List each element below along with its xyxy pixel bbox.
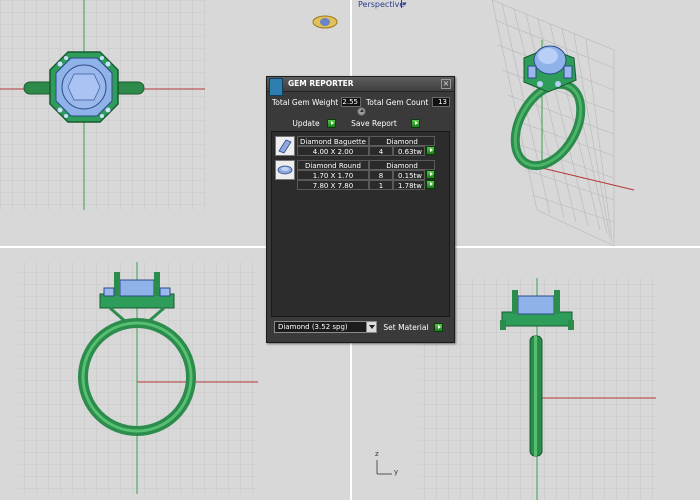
viewport-menu-arrow-icon[interactable]: ▾	[401, 0, 407, 8]
gem-reporter-app-icon	[269, 78, 283, 96]
rhino-workspace: z y Perspective ▾ GEM REPORTER × Total G…	[0, 0, 700, 500]
select-gem-row-button[interactable]	[426, 180, 435, 189]
update-button-label[interactable]: Update	[289, 118, 323, 129]
gem-row-weight: 1.78tw	[393, 180, 425, 190]
diamond-round-icon	[275, 160, 295, 180]
axis-y-label: y	[394, 468, 399, 476]
gem-row-count: 4	[369, 146, 393, 156]
perspective-grid	[491, 0, 615, 246]
save-report-button-label[interactable]: Save Report	[349, 118, 399, 129]
total-gem-count-value: 13	[432, 97, 450, 107]
save-report-button[interactable]	[411, 119, 420, 128]
navigation-widget	[312, 15, 338, 29]
select-gem-row-button[interactable]	[426, 146, 435, 155]
gem-reporter-titlebar[interactable]: GEM REPORTER ×	[267, 77, 454, 92]
close-icon[interactable]: ×	[441, 79, 451, 89]
select-gem-row-button[interactable]	[426, 170, 435, 179]
chevron-down-icon[interactable]	[366, 322, 376, 332]
diamond-baguette-icon	[275, 136, 295, 156]
set-material-button-label[interactable]: Set Material	[383, 322, 429, 333]
collapse-toggle-icon[interactable]	[357, 107, 366, 116]
perspective-viewport-title[interactable]: Perspective	[358, 0, 404, 9]
gem-row-size: 4.00 X 2.00	[297, 146, 369, 156]
gem-row-count: 1	[369, 180, 393, 190]
material-select-value: Diamond (3.52 spg)	[278, 323, 348, 331]
gem-row-weight: 0.15tw	[393, 170, 425, 180]
gem-group-shape: Diamond Round	[297, 160, 369, 170]
gem-reporter-title: GEM REPORTER	[288, 79, 354, 88]
gem-group-shape: Diamond Baguette	[297, 136, 369, 146]
gem-group-material: Diamond	[369, 160, 435, 170]
gem-group-material: Diamond	[369, 136, 435, 146]
total-gem-weight-label: Total Gem Weight	[272, 98, 339, 107]
material-select[interactable]: Diamond (3.52 spg)	[274, 321, 377, 333]
gem-list: Diamond Baguette Diamond 4.00 X 2.00 4 0…	[271, 131, 450, 317]
total-gem-weight-value: 2.55	[341, 97, 361, 107]
gem-row-size: 7.80 X 7.80	[297, 180, 369, 190]
gem-row-size: 1.70 X 1.70	[297, 170, 369, 180]
gem-reporter-panel: GEM REPORTER × Total Gem Weight 2.55 Tot…	[266, 76, 455, 343]
axis-z-label: z	[375, 450, 379, 458]
set-material-button[interactable]	[434, 323, 443, 332]
gem-row-count: 8	[369, 170, 393, 180]
gem-row-weight: 0.63tw	[393, 146, 425, 156]
update-button[interactable]	[327, 119, 336, 128]
total-gem-count-label: Total Gem Count	[366, 98, 429, 107]
axis-indicator	[376, 460, 392, 475]
